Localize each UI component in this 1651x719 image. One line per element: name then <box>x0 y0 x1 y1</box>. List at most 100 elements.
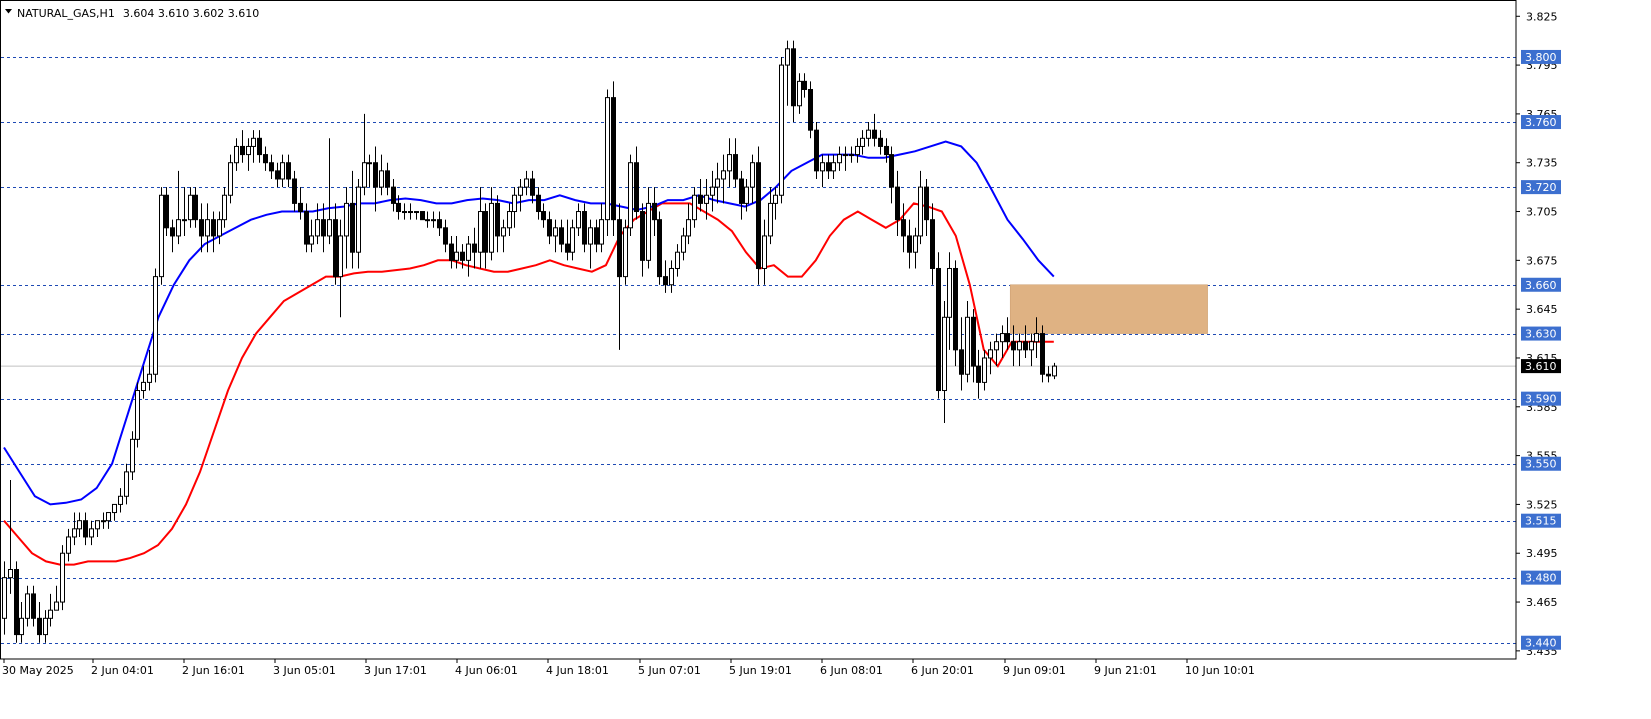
candle[interactable] <box>530 170 535 204</box>
candle[interactable] <box>124 463 129 505</box>
candle[interactable] <box>176 170 181 245</box>
candle[interactable] <box>350 170 355 269</box>
candle[interactable] <box>118 488 123 513</box>
candle[interactable] <box>814 122 819 179</box>
candle[interactable] <box>791 40 796 123</box>
candle[interactable] <box>286 154 291 188</box>
candle[interactable] <box>367 154 372 188</box>
candle[interactable] <box>924 178 929 236</box>
candle[interactable] <box>872 113 877 147</box>
candle[interactable] <box>837 146 842 171</box>
candle[interactable] <box>472 227 477 269</box>
candle[interactable] <box>37 602 42 643</box>
candle[interactable] <box>965 301 970 383</box>
candle[interactable] <box>733 138 738 188</box>
candle[interactable] <box>454 235 459 269</box>
candle[interactable] <box>147 349 152 391</box>
candle[interactable] <box>541 203 546 228</box>
candle[interactable] <box>675 244 680 277</box>
candle[interactable] <box>72 512 77 546</box>
candle[interactable] <box>188 187 193 228</box>
candle[interactable] <box>159 187 164 285</box>
candle[interactable] <box>269 154 274 179</box>
candle[interactable] <box>251 130 256 163</box>
candle[interactable] <box>402 203 407 220</box>
candle[interactable] <box>756 146 761 285</box>
candle[interactable] <box>338 219 343 318</box>
candle[interactable] <box>60 545 65 611</box>
candle[interactable] <box>669 260 674 293</box>
candle[interactable] <box>106 512 111 529</box>
candle[interactable] <box>634 146 639 220</box>
candle[interactable] <box>785 40 790 106</box>
candle[interactable] <box>431 211 436 228</box>
candle[interactable] <box>263 146 268 171</box>
candle[interactable] <box>553 219 558 253</box>
candle[interactable] <box>518 178 523 212</box>
candle[interactable] <box>327 138 332 245</box>
candle[interactable] <box>344 187 349 269</box>
candle[interactable] <box>321 203 326 253</box>
candle[interactable] <box>889 146 894 204</box>
candle[interactable] <box>8 480 13 594</box>
candle[interactable] <box>802 73 807 98</box>
candle[interactable] <box>640 203 645 277</box>
candle[interactable] <box>947 252 952 350</box>
candle[interactable] <box>443 219 448 253</box>
candle[interactable] <box>820 154 825 188</box>
candle[interactable] <box>414 211 419 220</box>
candle[interactable] <box>1000 325 1005 358</box>
candle[interactable] <box>379 154 384 196</box>
candle[interactable] <box>483 203 488 269</box>
candle[interactable] <box>1052 362 1057 380</box>
candle[interactable] <box>292 170 297 212</box>
candle[interactable] <box>710 170 715 212</box>
candle[interactable] <box>866 122 871 147</box>
candle[interactable] <box>994 333 999 367</box>
candle[interactable] <box>1017 333 1022 367</box>
candle[interactable] <box>240 130 245 163</box>
candle[interactable] <box>228 154 233 204</box>
candle[interactable] <box>309 219 314 253</box>
candle[interactable] <box>988 341 993 375</box>
candle[interactable] <box>437 211 442 236</box>
candle[interactable] <box>536 187 541 220</box>
candle[interactable] <box>164 187 169 236</box>
candle[interactable] <box>739 170 744 220</box>
candle[interactable] <box>768 187 773 245</box>
candle[interactable] <box>66 528 71 562</box>
candle[interactable] <box>466 235 471 277</box>
candle[interactable] <box>727 138 732 188</box>
candle[interactable] <box>576 203 581 236</box>
candle[interactable] <box>217 211 222 245</box>
resistance-zone[interactable] <box>1009 284 1208 334</box>
chart-menu-arrow-icon[interactable] <box>5 9 12 14</box>
candle[interactable] <box>257 130 262 163</box>
candle[interactable] <box>628 154 633 236</box>
candle[interactable] <box>362 113 367 196</box>
candle[interactable] <box>652 187 657 236</box>
candle[interactable] <box>356 178 361 269</box>
candle[interactable] <box>895 170 900 236</box>
candle[interactable] <box>901 203 906 253</box>
candle[interactable] <box>617 203 622 350</box>
candle[interactable] <box>582 203 587 253</box>
candle[interactable] <box>976 349 981 399</box>
candle[interactable] <box>48 593 53 627</box>
candle[interactable] <box>826 154 831 179</box>
candle[interactable] <box>182 187 187 236</box>
candle[interactable] <box>420 211 425 221</box>
candle[interactable] <box>750 154 755 204</box>
candle[interactable] <box>495 195 500 253</box>
candle[interactable] <box>14 561 19 643</box>
candle[interactable] <box>698 178 703 212</box>
candle[interactable] <box>280 154 285 188</box>
candle[interactable] <box>1046 366 1051 383</box>
candle[interactable] <box>959 317 964 391</box>
candle[interactable] <box>686 203 691 245</box>
candle[interactable] <box>89 520 94 546</box>
candle[interactable] <box>1040 325 1045 383</box>
candle[interactable] <box>234 138 239 171</box>
candle[interactable] <box>524 170 529 196</box>
candle[interactable] <box>101 512 106 529</box>
